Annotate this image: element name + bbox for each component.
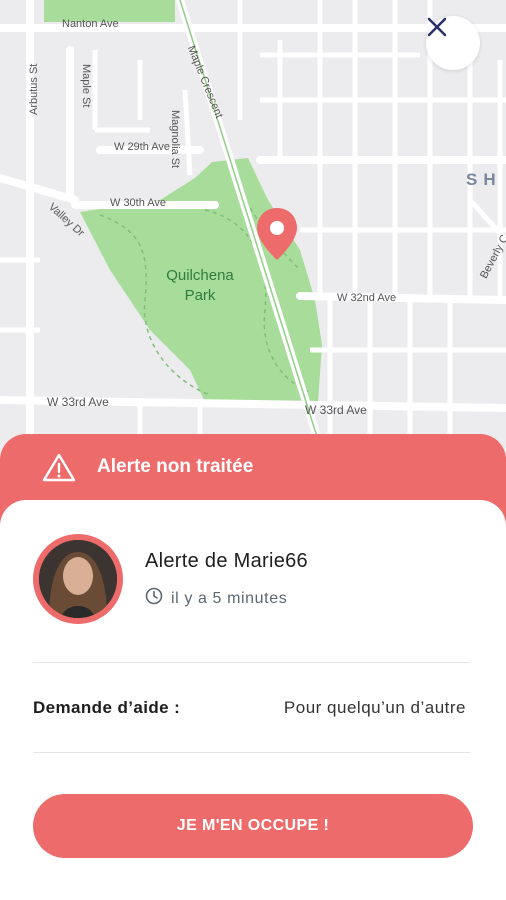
street-label: W 30th Ave xyxy=(110,197,167,209)
alert-title: Alerte de Marie66 xyxy=(145,550,308,572)
avatar[interactable] xyxy=(33,534,123,624)
park-name: Park xyxy=(184,287,216,304)
profile-photo-icon xyxy=(39,540,117,618)
close-button[interactable] xyxy=(426,16,480,70)
district-label: SH xyxy=(466,170,502,189)
street-label: W 33rd Ave xyxy=(47,395,109,409)
alert-status-title: Alerte non traitée xyxy=(97,456,254,477)
park-label: Quilchena Park xyxy=(160,266,240,306)
take-charge-button[interactable]: JE M'EN OCCUPE ! xyxy=(33,794,473,858)
street-label: Magnolia St xyxy=(169,110,181,169)
time-ago-text: il y a 5 minutes xyxy=(171,589,288,607)
clock-icon xyxy=(145,587,163,610)
map-view[interactable]: Nanton Ave Arbutus St Maple Crescent Map… xyxy=(0,0,506,470)
street-label: Maple St xyxy=(80,64,92,108)
map-pin-icon[interactable] xyxy=(254,206,300,262)
warning-icon xyxy=(42,452,76,487)
street-label: Arbutus St xyxy=(28,63,40,115)
divider xyxy=(33,752,470,753)
park-name: Quilchena xyxy=(166,267,234,284)
street-label: Nanton Ave xyxy=(62,18,119,30)
help-request-label: Demande d’aide : xyxy=(33,698,181,717)
street-label: W 29th Ave xyxy=(114,141,171,153)
street-label: W 33rd Ave xyxy=(305,403,367,417)
street-label: W 32nd Ave xyxy=(337,292,397,304)
help-request-value: Pour quelqu’un d’autre xyxy=(283,698,466,717)
alert-time: il y a 5 minutes xyxy=(145,587,287,610)
avatar-photo xyxy=(39,540,117,618)
divider xyxy=(33,662,470,663)
